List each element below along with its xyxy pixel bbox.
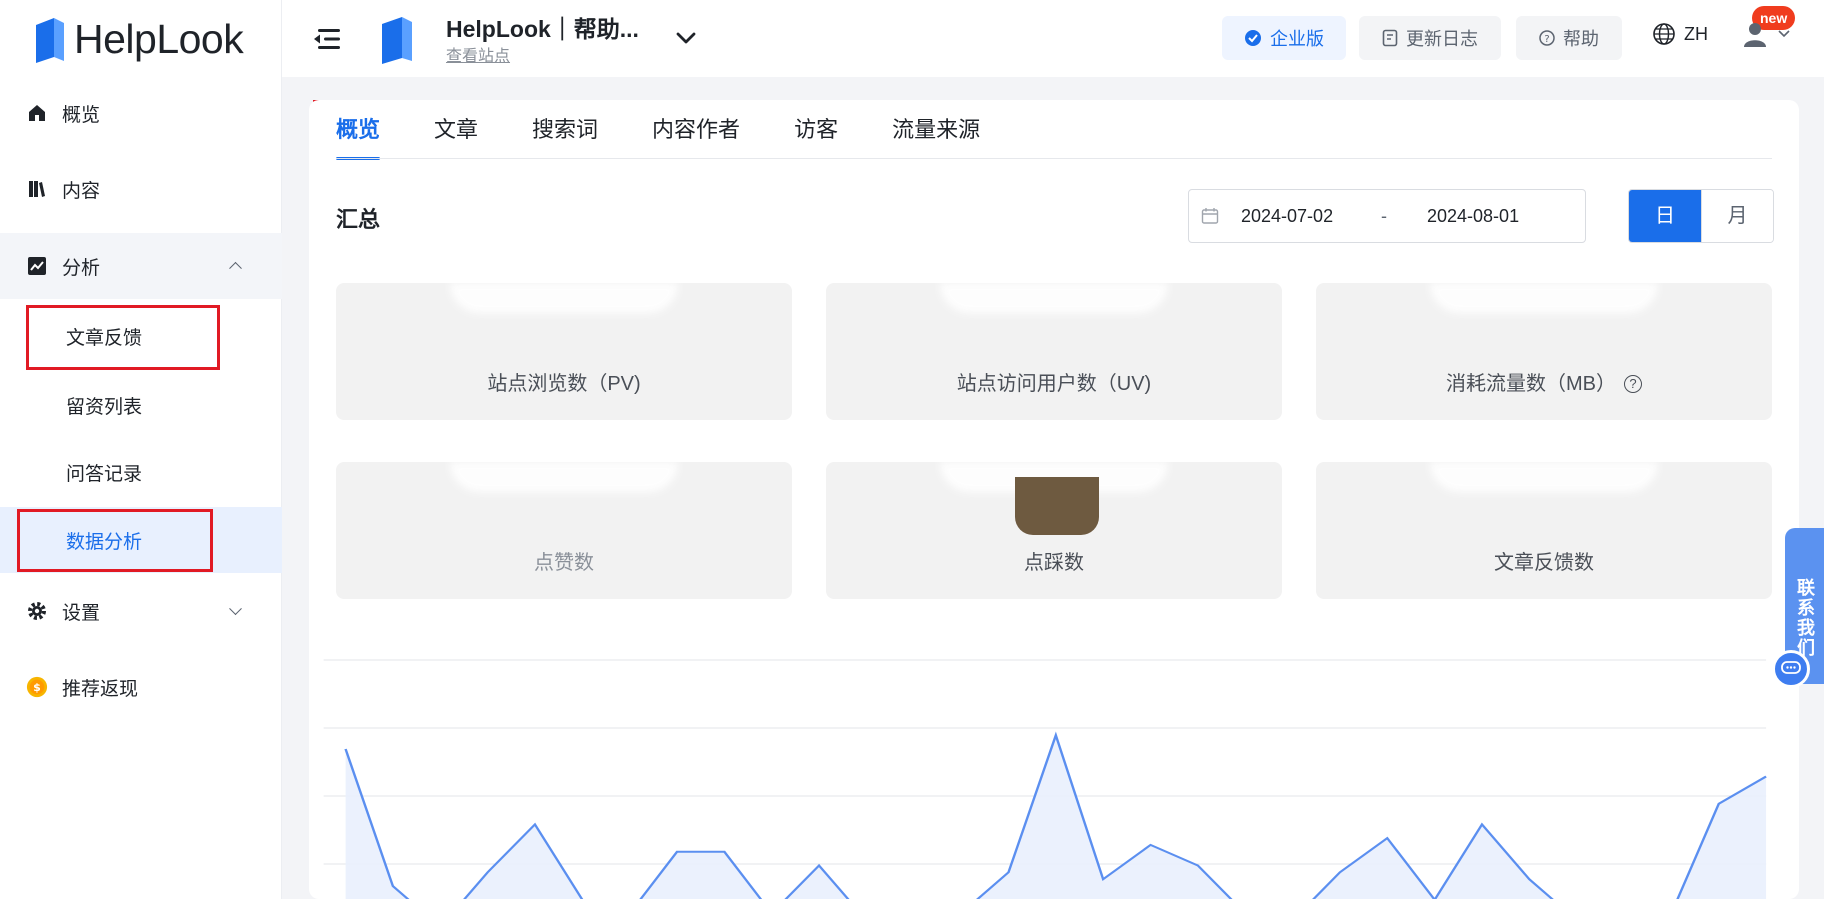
user-avatar-icon <box>1744 23 1766 47</box>
chevron-down-icon <box>1778 30 1790 38</box>
stat-label: 站点访问用户数（UV) <box>956 373 1152 395</box>
globe-icon <box>1653 23 1675 45</box>
chart-area-fill <box>345 735 1767 899</box>
chart-icon <box>26 255 48 277</box>
chevron-down-icon[interactable] <box>674 26 698 50</box>
verified-icon <box>1245 30 1261 46</box>
sidebar-item-settings[interactable]: 设置 <box>0 578 282 644</box>
stat-card-traffic: 消耗流量数（MB）? <box>1316 283 1772 420</box>
sidebar-item-label: 概览 <box>62 104 101 126</box>
granularity-day-button[interactable]: 日 <box>1629 190 1701 242</box>
stat-label: 点踩数 <box>1024 552 1084 574</box>
tab-overview[interactable]: 概览 <box>336 100 381 160</box>
analysis-tabs: 概览 文章 搜索词 内容作者 访客 流量来源 <box>336 100 1034 160</box>
sidebar-item-article-feedback[interactable]: 文章反馈 <box>0 303 282 369</box>
user-menu[interactable] <box>1741 20 1791 48</box>
book-icon <box>26 178 48 200</box>
enterprise-button[interactable]: 企业版 <box>1222 16 1346 60</box>
svg-text:?: ? <box>1544 34 1549 45</box>
sidebar-item-leads-list[interactable]: 留资列表 <box>0 372 282 438</box>
help-button[interactable]: ? 帮助 <box>1516 16 1622 60</box>
gear-icon <box>26 600 48 622</box>
stat-label: 文章反馈数 <box>1494 552 1594 574</box>
stat-label: 消耗流量数（MB）? <box>1316 367 1772 396</box>
changelog-button[interactable]: 更新日志 <box>1359 16 1501 60</box>
granularity-toggle: 日 月 <box>1628 189 1774 243</box>
redacted-value <box>450 283 678 313</box>
stat-card-pv: 站点浏览数（PV) <box>336 283 792 420</box>
chat-bubble-icon[interactable] <box>1772 650 1810 688</box>
stat-card-feedback: 文章反馈数 <box>1316 462 1772 599</box>
help-label: 帮助 <box>1563 29 1599 49</box>
granularity-month-button[interactable]: 月 <box>1701 190 1773 242</box>
sidebar-sub-label: 问答记录 <box>66 463 143 485</box>
date-end[interactable]: 2024-08-01 <box>1427 206 1519 227</box>
redacted-value <box>1430 462 1658 492</box>
coin-icon: $ <box>26 676 48 698</box>
menu-toggle-icon[interactable] <box>312 25 342 53</box>
sidebar-item-referral[interactable]: $ 推荐返现 <box>0 654 282 720</box>
tab-articles[interactable]: 文章 <box>434 100 478 160</box>
summary-title: 汇总 <box>336 207 381 232</box>
traffic-area-chart <box>323 659 1767 899</box>
tab-search-terms[interactable]: 搜索词 <box>532 100 598 160</box>
stat-label-text: 消耗流量数（MB） <box>1446 373 1616 395</box>
sidebar-item-label: 推荐返现 <box>62 678 139 700</box>
sidebar-item-label: 设置 <box>62 602 101 624</box>
enterprise-label: 企业版 <box>1270 29 1324 49</box>
redacted-value <box>940 283 1168 313</box>
view-site-link[interactable]: 查看站点 <box>446 42 510 66</box>
redacted-image <box>1015 477 1099 535</box>
tab-visitors[interactable]: 访客 <box>794 100 838 160</box>
stat-label: 点赞数 <box>534 552 594 574</box>
tab-authors[interactable]: 内容作者 <box>652 100 740 160</box>
sidebar: HelpLook 概览 内容 分析 文章反馈 留资列表 问答记录 数据分析 设置 <box>0 0 282 899</box>
sidebar-item-content[interactable]: 内容 <box>0 156 282 222</box>
help-circle-icon: ? <box>1539 30 1555 46</box>
sidebar-item-analysis[interactable]: 分析 <box>0 233 282 299</box>
sidebar-item-qa-records[interactable]: 问答记录 <box>0 439 282 505</box>
sidebar-item-label: 内容 <box>62 180 101 202</box>
helplook-logo[interactable]: HelpLook <box>32 10 244 68</box>
date-separator: - <box>1381 205 1387 226</box>
sidebar-sub-label: 数据分析 <box>66 531 143 553</box>
tab-traffic-sources[interactable]: 流量来源 <box>892 100 980 160</box>
chevron-down-icon <box>229 602 242 616</box>
home-icon <box>26 102 48 124</box>
stat-card-uv: 站点访问用户数（UV) <box>826 283 1282 420</box>
date-start[interactable]: 2024-07-02 <box>1241 206 1381 227</box>
sidebar-sub-label: 留资列表 <box>66 396 143 418</box>
top-header: HelpLook｜帮助... 查看站点 企业版 更新日志 new ? 帮助 ZH <box>282 0 1824 77</box>
sidebar-item-overview[interactable]: 概览 <box>0 80 282 146</box>
tab-divider <box>336 158 1772 159</box>
date-range-picker[interactable]: 2024-07-02 - 2024-08-01 <box>1188 189 1586 243</box>
sidebar-item-label: 分析 <box>62 257 101 279</box>
site-logo-icon <box>382 17 412 64</box>
stat-card-likes: 点赞数 <box>336 462 792 599</box>
document-icon <box>1382 29 1398 47</box>
language-switcher[interactable]: ZH <box>1652 22 1708 46</box>
language-label: ZH <box>1684 23 1708 44</box>
svg-text:$: $ <box>33 681 41 694</box>
sidebar-item-data-analysis[interactable]: 数据分析 <box>0 507 282 573</box>
sidebar-sub-label: 文章反馈 <box>66 327 143 349</box>
site-name: HelpLook｜帮助... <box>446 16 639 42</box>
redacted-value <box>450 462 678 492</box>
stat-label: 站点浏览数（PV) <box>487 373 641 395</box>
help-circle-icon[interactable]: ? <box>1624 375 1642 393</box>
redacted-value <box>1430 283 1658 313</box>
changelog-label: 更新日志 <box>1406 29 1478 49</box>
helplook-logo-icon <box>36 18 64 63</box>
calendar-icon <box>1201 208 1219 224</box>
logo-text: HelpLook <box>74 15 244 62</box>
chevron-up-icon <box>229 261 242 275</box>
